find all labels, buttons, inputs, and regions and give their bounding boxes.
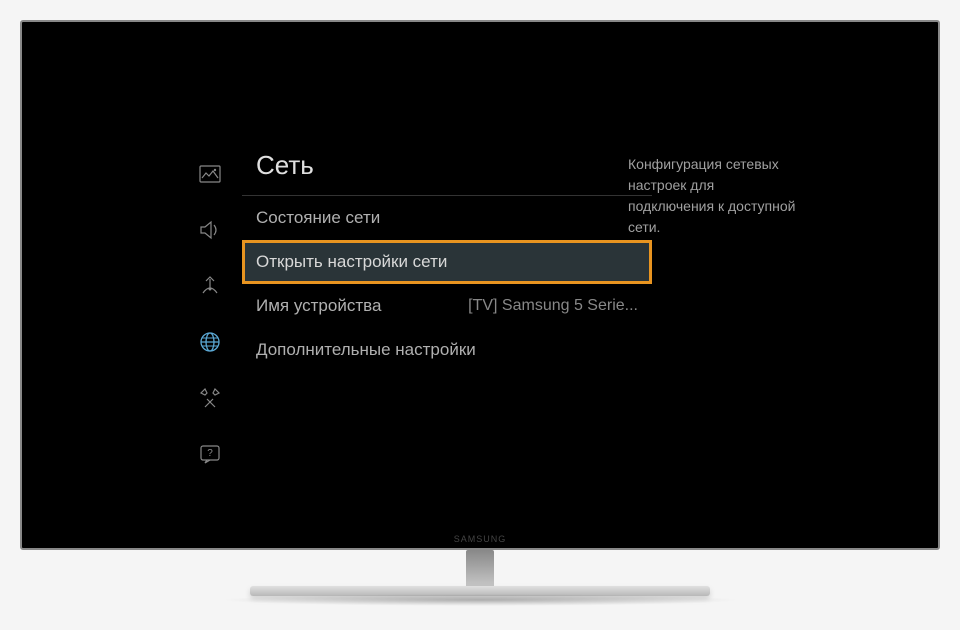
menu-item-network-status[interactable]: Состояние сети [242,196,652,240]
menu-item-label: Открыть настройки сети [256,252,447,272]
tv-screen: SAMSUNG ? [20,20,940,550]
sound-icon[interactable] [198,218,222,242]
menu-item-label: Состояние сети [256,208,380,228]
support-icon[interactable]: ? [198,442,222,466]
menu-item-value: [TV] Samsung 5 Serie... [468,297,638,315]
settings-sidebar: ? [190,162,230,466]
settings-ui: ? Сеть Состояние сети Открыть настройки … [32,42,928,508]
description-panel: Конфигурация сетевых настроек для подклю… [628,154,798,238]
menu-item-device-name[interactable]: Имя устройства [TV] Samsung 5 Serie... [242,284,652,328]
tv-brand-label: SAMSUNG [454,534,507,544]
picture-icon[interactable] [198,162,222,186]
svg-text:?: ? [207,448,213,459]
network-icon[interactable] [198,330,222,354]
menu-item-open-network-settings[interactable]: Открыть настройки сети [242,240,652,284]
menu-title: Сеть [242,142,652,196]
tv-stand [320,550,640,610]
menu-item-advanced-settings[interactable]: Дополнительные настройки [242,328,652,372]
tools-icon[interactable] [198,386,222,410]
menu-item-label: Дополнительные настройки [256,340,476,360]
tv-frame: SAMSUNG ? [20,20,940,610]
menu-panel: Сеть Состояние сети Открыть настройки се… [242,142,652,372]
menu-item-label: Имя устройства [256,296,381,316]
broadcast-icon[interactable] [198,274,222,298]
